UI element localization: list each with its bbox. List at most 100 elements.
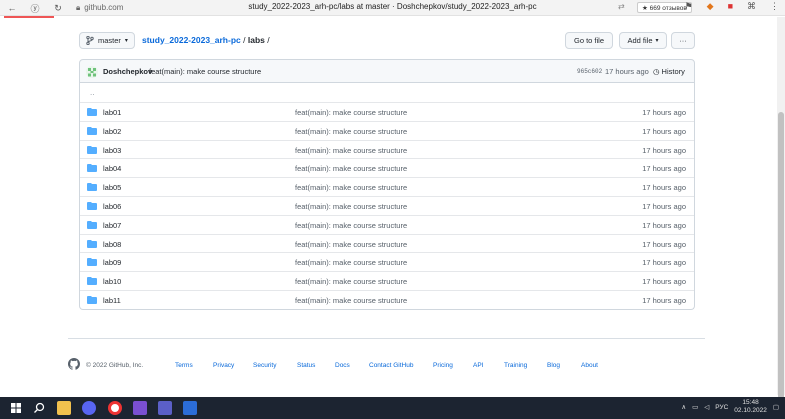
file-name-link[interactable]: lab03 — [103, 146, 121, 155]
file-name-link[interactable]: lab05 — [103, 183, 121, 192]
go-to-file-button[interactable]: Go to file — [565, 32, 613, 49]
folder-icon — [87, 126, 97, 135]
footer-link-security[interactable]: Security — [253, 362, 276, 369]
file-name-link[interactable]: lab10 — [103, 277, 121, 286]
commit-message[interactable]: feat(main): make course structure — [149, 67, 261, 76]
folder-icon — [87, 277, 97, 286]
file-commit-message[interactable]: feat(main): make course structure — [295, 277, 407, 286]
parent-directory-row[interactable]: .. — [80, 83, 694, 102]
file-row[interactable]: lab11 feat(main): make course structure 17… — [80, 290, 694, 309]
volume-icon[interactable]: ◁ — [704, 403, 709, 411]
search-icon[interactable] — [32, 401, 46, 415]
word-icon[interactable] — [183, 401, 197, 415]
file-commit-message[interactable]: feat(main): make course structure — [295, 146, 407, 155]
file-name-link[interactable]: lab04 — [103, 164, 121, 173]
visual-studio-icon[interactable] — [133, 401, 147, 415]
add-file-button[interactable]: Add file ▾ — [619, 32, 667, 49]
footer-divider — [68, 338, 705, 339]
language-indicator[interactable]: РУС — [715, 404, 728, 411]
breadcrumb-repo-link[interactable]: study_2022-2023_arh-pc — [142, 35, 241, 45]
footer-link-status[interactable]: Status — [297, 362, 315, 369]
menu-icon[interactable]: ⋮ — [770, 1, 779, 12]
history-link[interactable]: ◷ History — [653, 67, 685, 76]
avatar[interactable] — [86, 66, 98, 78]
folder-icon — [87, 220, 97, 229]
file-commit-message[interactable]: feat(main): make course structure — [295, 296, 407, 305]
latest-commit-bar: Doshchepkov feat(main): make course stru… — [79, 59, 695, 83]
translate-extension-icon[interactable]: ⌘ — [747, 1, 756, 12]
reload-icon[interactable]: ↻ — [50, 1, 66, 15]
clock-date: 02.10.2022 — [734, 407, 767, 414]
file-name-link[interactable]: lab01 — [103, 108, 121, 117]
file-name-link[interactable]: lab06 — [103, 202, 121, 211]
file-commit-message[interactable]: feat(main): make course structure — [295, 240, 407, 249]
footer-link-blog[interactable]: Blog — [547, 362, 560, 369]
clock[interactable]: 15:48 02.10.2022 — [734, 399, 767, 415]
commit-author[interactable]: Doshchepkov — [103, 67, 152, 76]
add-file-label: Add file — [627, 36, 653, 45]
footer-link-contact-github[interactable]: Contact GitHub — [369, 362, 413, 369]
file-name-link[interactable]: lab11 — [103, 296, 121, 305]
branch-icon — [86, 36, 94, 45]
yandex-icon[interactable]: ⓨ — [27, 1, 43, 15]
more-options-button[interactable]: ··· — [671, 32, 695, 49]
windows-taskbar: ∧ ▭ ◁ РУС 15:48 02.10.2022 ▢ — [0, 397, 785, 419]
file-name-link[interactable]: lab09 — [103, 258, 121, 267]
address-bar[interactable]: 🔒︎ github.com — [76, 2, 123, 13]
file-commit-time: 17 hours ago — [642, 239, 686, 249]
file-row[interactable]: lab10 feat(main): make course structure 17… — [80, 271, 694, 290]
file-name-link[interactable]: lab07 — [103, 221, 121, 230]
file-explorer-icon[interactable] — [57, 401, 71, 415]
url-text: github.com — [84, 3, 124, 12]
file-commit-message[interactable]: feat(main): make course structure — [295, 221, 407, 230]
branch-selector[interactable]: master ▾ — [79, 32, 135, 49]
file-row[interactable]: lab03 feat(main): make course structure 17… — [80, 139, 694, 159]
back-icon[interactable]: ← — [4, 1, 20, 15]
file-row[interactable]: lab08 feat(main): make course structure 17… — [80, 233, 694, 253]
footer-link-docs[interactable]: Docs — [335, 362, 350, 369]
file-commit-message[interactable]: feat(main): make course structure — [295, 164, 407, 173]
teams-icon[interactable] — [158, 401, 172, 415]
footer-link-privacy[interactable]: Privacy — [213, 362, 234, 369]
metamask-icon[interactable]: ◆ — [707, 1, 714, 12]
system-tray: ∧ ▭ ◁ РУС 15:48 02.10.2022 ▢ — [681, 399, 779, 415]
file-row[interactable]: lab02 feat(main): make course structure 17… — [80, 120, 694, 140]
repo-toolbar: master ▾ study_2022-2023_arh-pc / labs /… — [79, 32, 695, 50]
tab-indicator — [4, 16, 54, 18]
network-icon[interactable]: ▭ — [692, 403, 698, 411]
file-commit-message[interactable]: feat(main): make course structure — [295, 108, 407, 117]
file-row[interactable]: lab01 feat(main): make course structure 17… — [80, 102, 694, 121]
scrollbar[interactable] — [777, 17, 785, 402]
chevron-down-icon: ▾ — [655, 38, 659, 44]
file-row[interactable]: lab04 feat(main): make course structure 17… — [80, 158, 694, 177]
chevron-up-icon[interactable]: ∧ — [681, 403, 686, 411]
footer-link-about[interactable]: About — [581, 362, 598, 369]
file-name-link[interactable]: lab08 — [103, 240, 121, 249]
scrollbar-thumb[interactable] — [778, 112, 784, 402]
bookmark-icon[interactable]: ⚑ — [685, 1, 693, 12]
windows-start-icon[interactable] — [9, 401, 23, 415]
footer-link-pricing[interactable]: Pricing — [433, 362, 453, 369]
notifications-icon[interactable]: ▢ — [773, 403, 779, 411]
footer-link-training[interactable]: Training — [504, 362, 527, 369]
file-row[interactable]: lab09 feat(main): make course structure 17… — [80, 252, 694, 271]
extension-icon[interactable]: ■ — [728, 1, 733, 12]
file-commit-message[interactable]: feat(main): make course structure — [295, 202, 407, 211]
commit-sha[interactable]: 965c602 — [577, 68, 602, 75]
translate-icon[interactable]: ⇄ — [618, 2, 625, 11]
discord-icon[interactable] — [82, 401, 96, 415]
parent-directory-link[interactable]: .. — [90, 88, 94, 97]
file-row[interactable]: lab05 feat(main): make course structure 17… — [80, 177, 694, 196]
file-commit-message[interactable]: feat(main): make course structure — [295, 258, 407, 267]
footer-link-api[interactable]: API — [473, 362, 483, 369]
file-commit-message[interactable]: feat(main): make course structure — [295, 183, 407, 192]
file-name-link[interactable]: lab02 — [103, 127, 121, 136]
file-row[interactable]: lab07 feat(main): make course structure 17… — [80, 214, 694, 234]
lock-icon: 🔒︎ — [76, 2, 81, 12]
commit-time: 17 hours ago — [605, 67, 649, 76]
github-logo-icon[interactable] — [68, 358, 80, 370]
file-row[interactable]: lab06 feat(main): make course structure 17… — [80, 196, 694, 215]
footer-link-terms[interactable]: Terms — [175, 362, 193, 369]
file-commit-message[interactable]: feat(main): make course structure — [295, 127, 407, 136]
yandex-browser-icon[interactable] — [108, 401, 122, 415]
